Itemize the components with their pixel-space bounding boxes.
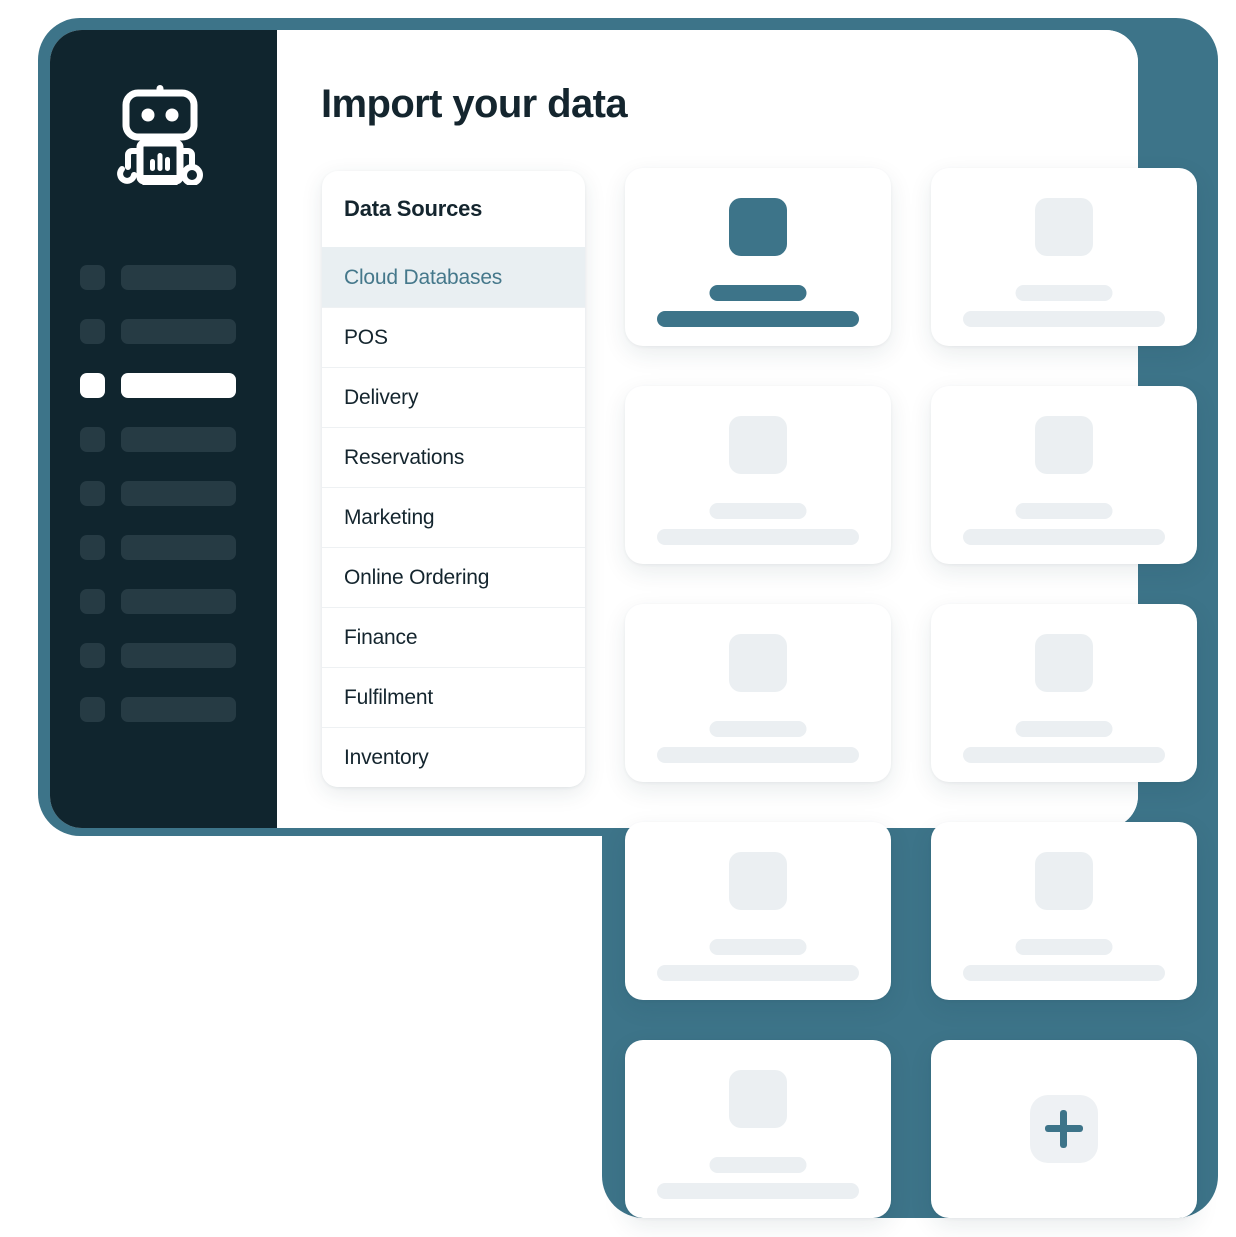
sidebar-item-4[interactable]	[80, 426, 270, 452]
integration-logo-placeholder-icon	[729, 634, 787, 692]
integration-logo-placeholder-icon	[729, 198, 787, 256]
integration-description-placeholder	[963, 747, 1165, 763]
integration-logo-placeholder-icon	[729, 852, 787, 910]
sidebar-item-9[interactable]	[80, 696, 270, 722]
source-item-label: Reservations	[344, 445, 465, 469]
robot-logo-icon	[114, 85, 206, 195]
source-item-label: Finance	[344, 625, 418, 649]
sidebar-item-2[interactable]	[80, 318, 270, 344]
data-sources-header: Data Sources	[344, 196, 483, 221]
integration-description-placeholder	[657, 1183, 859, 1199]
integration-name-placeholder	[1015, 285, 1113, 301]
sidebar-item-icon	[80, 642, 105, 668]
sidebar-item-label	[121, 264, 236, 290]
integration-name-placeholder	[709, 1157, 807, 1173]
source-item-label: Marketing	[344, 505, 435, 529]
sidebar-item-icon	[80, 426, 105, 452]
sidebar-item-8[interactable]	[80, 642, 270, 668]
sidebar-item-6[interactable]	[80, 534, 270, 560]
plus-icon	[1045, 1110, 1083, 1148]
source-item-fulfilment[interactable]: Fulfilment	[322, 667, 585, 727]
sidebar-item-label	[121, 696, 236, 722]
sidebar-item-label	[121, 372, 236, 398]
source-item-cloud-databases[interactable]: Cloud Databases	[322, 247, 585, 307]
app-sidebar	[50, 30, 277, 828]
integration-card-2[interactable]	[931, 168, 1197, 346]
integration-card-7[interactable]	[625, 822, 891, 1000]
integration-card-grid	[625, 168, 1197, 1218]
sidebar-item-icon	[80, 588, 105, 614]
integration-description-placeholder	[963, 965, 1165, 981]
integration-card-8[interactable]	[931, 822, 1197, 1000]
integration-description-placeholder	[657, 311, 859, 327]
source-item-label: POS	[344, 325, 388, 349]
integration-name-placeholder	[1015, 503, 1113, 519]
integration-card-5[interactable]	[625, 604, 891, 782]
integration-logo-placeholder-icon	[1035, 198, 1093, 256]
source-item-label: Inventory	[344, 745, 429, 769]
sidebar-item-label	[121, 318, 236, 344]
source-item-pos[interactable]: POS	[322, 307, 585, 367]
add-tile	[1030, 1095, 1098, 1163]
sidebar-item-icon	[80, 534, 105, 560]
integration-description-placeholder	[657, 965, 859, 981]
integration-description-placeholder	[657, 747, 859, 763]
source-item-finance[interactable]: Finance	[322, 607, 585, 667]
source-item-label: Online Ordering	[344, 565, 490, 589]
integration-description-placeholder	[657, 529, 859, 545]
source-item-reservations[interactable]: Reservations	[322, 427, 585, 487]
source-item-delivery[interactable]: Delivery	[322, 367, 585, 427]
integration-logo-placeholder-icon	[729, 1070, 787, 1128]
integration-name-placeholder	[709, 285, 807, 301]
integration-logo-placeholder-icon	[1035, 416, 1093, 474]
sidebar-item-label	[121, 480, 236, 506]
sidebar-item-5[interactable]	[80, 480, 270, 506]
sidebar-item-icon	[80, 480, 105, 506]
integration-card-3[interactable]	[625, 386, 891, 564]
sidebar-item-label	[121, 534, 236, 560]
data-sources-panel: Data Sources Cloud Databases POS Deliver…	[322, 171, 585, 787]
integration-description-placeholder	[963, 529, 1165, 545]
sidebar-item-icon	[80, 318, 105, 344]
source-item-inventory[interactable]: Inventory	[322, 727, 585, 787]
source-item-marketing[interactable]: Marketing	[322, 487, 585, 547]
sidebar-item-label	[121, 588, 236, 614]
integration-card-1-featured[interactable]	[625, 168, 891, 346]
screenshot-root: Import your data Data Sources Cloud Data…	[0, 0, 1236, 1237]
sidebar-item-7[interactable]	[80, 588, 270, 614]
sidebar-item-icon	[80, 696, 105, 722]
integration-description-placeholder	[963, 311, 1165, 327]
integration-logo-placeholder-icon	[1035, 634, 1093, 692]
integration-name-placeholder	[1015, 721, 1113, 737]
integration-name-placeholder	[709, 503, 807, 519]
integration-card-4[interactable]	[931, 386, 1197, 564]
sidebar-item-icon	[80, 372, 105, 398]
integration-card-9[interactable]	[625, 1040, 891, 1218]
integration-name-placeholder	[1015, 939, 1113, 955]
sidebar-item-label	[121, 426, 236, 452]
source-item-label: Fulfilment	[344, 685, 434, 709]
page-title: Import your data	[321, 82, 628, 126]
sidebar-item-1[interactable]	[80, 264, 270, 290]
integration-logo-placeholder-icon	[1035, 852, 1093, 910]
source-item-label: Delivery	[344, 385, 419, 409]
sidebar-nav-list	[80, 264, 270, 750]
sidebar-item-3-active[interactable]	[80, 372, 270, 398]
integration-name-placeholder	[709, 721, 807, 737]
integration-name-placeholder	[709, 939, 807, 955]
add-integration-card[interactable]	[931, 1040, 1197, 1218]
source-item-online-ordering[interactable]: Online Ordering	[322, 547, 585, 607]
sidebar-item-label	[121, 642, 236, 668]
integration-logo-placeholder-icon	[729, 416, 787, 474]
integration-card-6[interactable]	[931, 604, 1197, 782]
sidebar-item-icon	[80, 264, 105, 290]
source-item-label: Cloud Databases	[344, 265, 503, 289]
